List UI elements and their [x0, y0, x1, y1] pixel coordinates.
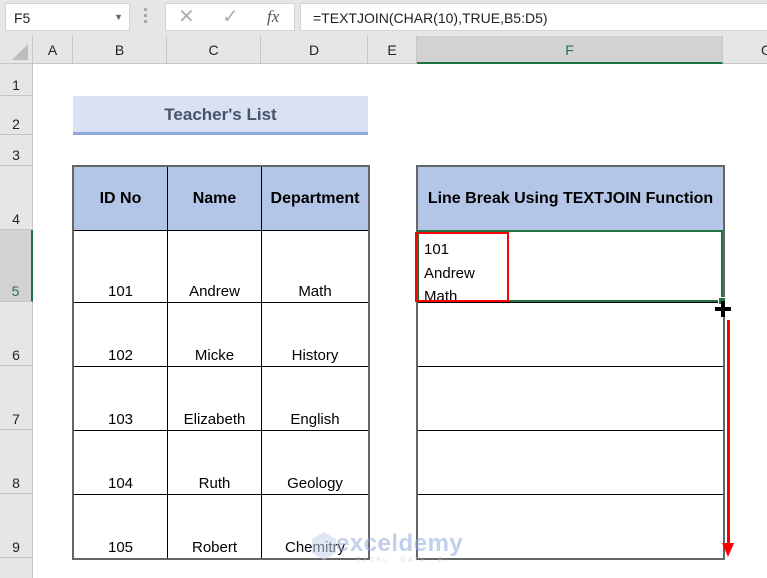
row-number: 1 — [12, 77, 20, 93]
row-header-10[interactable] — [0, 558, 33, 578]
header-label: Line Break Using TEXTJOIN Function — [427, 189, 714, 207]
result-cell-empty[interactable] — [417, 430, 724, 495]
name-box-value: F5 — [14, 10, 31, 26]
cancel-icon[interactable]: ✕ — [178, 6, 195, 28]
cell-value: History — [291, 347, 339, 364]
cell-value: Elizabeth — [183, 411, 246, 428]
column-header-d[interactable]: D — [261, 36, 368, 64]
row-header-5[interactable]: 5 — [0, 230, 33, 302]
row-header-2[interactable]: 2 — [0, 96, 33, 135]
cell-value: 104 — [107, 475, 134, 492]
column-header-f[interactable]: F — [417, 36, 723, 64]
column-header-e[interactable]: E — [368, 36, 417, 64]
table-header-id[interactable]: ID No — [73, 166, 168, 231]
row-number: 9 — [12, 539, 20, 555]
row-number: 8 — [12, 475, 20, 491]
header-label: ID No — [99, 189, 142, 207]
header-label: Name — [192, 189, 237, 207]
drag-arrow-line — [727, 320, 730, 545]
row-number: 4 — [12, 211, 20, 227]
row-header-9[interactable]: 9 — [0, 494, 33, 558]
row-header-7[interactable]: 7 — [0, 366, 33, 430]
table-cell[interactable]: 102 — [73, 302, 168, 367]
row-header-6[interactable]: 6 — [0, 302, 33, 366]
row-header-8[interactable]: 8 — [0, 430, 33, 494]
table-cell[interactable]: Ruth — [167, 430, 262, 495]
cell-value: 101 — [107, 283, 134, 300]
sheet-title[interactable]: Teacher's List — [73, 96, 368, 135]
name-box[interactable]: F5 ▼ — [5, 3, 130, 31]
table-cell[interactable]: Micke — [167, 302, 262, 367]
column-header-a[interactable]: A — [33, 36, 73, 64]
formula-input[interactable]: =TEXTJOIN(CHAR(10),TRUE,B5:D5) — [300, 3, 767, 31]
highlight-box — [415, 232, 509, 302]
table-cell[interactable]: Andrew — [167, 230, 262, 303]
chevron-down-icon[interactable]: ▼ — [114, 12, 123, 22]
formula-bar: F5 ▼ ✕ ✓ fx =TEXTJOIN(CHAR(10),TRUE,B5:D… — [0, 0, 767, 36]
column-header-c[interactable]: C — [167, 36, 261, 64]
result-header[interactable]: Line Break Using TEXTJOIN Function — [417, 166, 724, 231]
arrow-down-icon — [722, 543, 734, 557]
insert-function-icon[interactable]: fx — [267, 7, 279, 27]
cell-value: Robert — [191, 539, 238, 556]
column-header-row: A B C D E F G — [0, 36, 767, 64]
table-cell[interactable]: Elizabeth — [167, 366, 262, 431]
header-label: Department — [270, 189, 360, 207]
cell-value: Geology — [287, 475, 343, 492]
column-header-g[interactable]: G — [723, 36, 767, 64]
row-header-4[interactable]: 4 — [0, 166, 33, 230]
table-cell[interactable]: 103 — [73, 366, 168, 431]
formula-text: =TEXTJOIN(CHAR(10),TRUE,B5:D5) — [313, 10, 548, 26]
fill-cursor-icon — [715, 301, 731, 317]
row-number: 2 — [12, 116, 20, 132]
result-cell-empty[interactable] — [417, 366, 724, 431]
cell-value: Math — [298, 283, 332, 300]
result-cell-empty[interactable] — [417, 302, 724, 367]
watermark-tagline: EXCEL · DATA · BI — [356, 557, 449, 564]
cell-value: 105 — [107, 539, 134, 556]
select-all-icon — [12, 44, 28, 60]
row-number: 5 — [11, 283, 20, 299]
watermark-brand: exceldemy — [336, 530, 464, 557]
formula-buttons: ✕ ✓ fx — [165, 3, 295, 31]
table-header-name[interactable]: Name — [167, 166, 262, 231]
row-number: 3 — [12, 147, 20, 163]
select-all-button[interactable] — [0, 36, 33, 64]
cell-value: Andrew — [189, 283, 240, 300]
column-header-b[interactable]: B — [73, 36, 167, 64]
table-cell[interactable]: 105 — [73, 494, 168, 559]
cell-value: Micke — [194, 347, 235, 364]
table-cell[interactable]: Robert — [167, 494, 262, 559]
table-cell[interactable]: 101 — [73, 230, 168, 303]
table-cell[interactable]: Geology — [261, 430, 369, 495]
table-cell[interactable]: Math — [261, 230, 369, 303]
row-header-1[interactable]: 1 — [0, 64, 33, 96]
table-cell[interactable]: History — [261, 302, 369, 367]
enter-check-icon[interactable]: ✓ — [222, 6, 239, 28]
cell-value: English — [290, 411, 340, 428]
watermark: exceldemy EXCEL · DATA · BI — [312, 530, 464, 568]
row-header-3[interactable]: 3 — [0, 135, 33, 166]
cell-value: Ruth — [198, 475, 231, 492]
table-cell[interactable]: 104 — [73, 430, 168, 495]
row-number: 7 — [12, 411, 20, 427]
cell-value: 103 — [107, 411, 134, 428]
row-number: 6 — [12, 347, 20, 363]
table-header-department[interactable]: Department — [261, 166, 369, 231]
cell-value: 102 — [107, 347, 134, 364]
grip-icon[interactable] — [144, 8, 148, 28]
exceldemy-logo-icon — [312, 532, 336, 560]
table-cell[interactable]: English — [261, 366, 369, 431]
